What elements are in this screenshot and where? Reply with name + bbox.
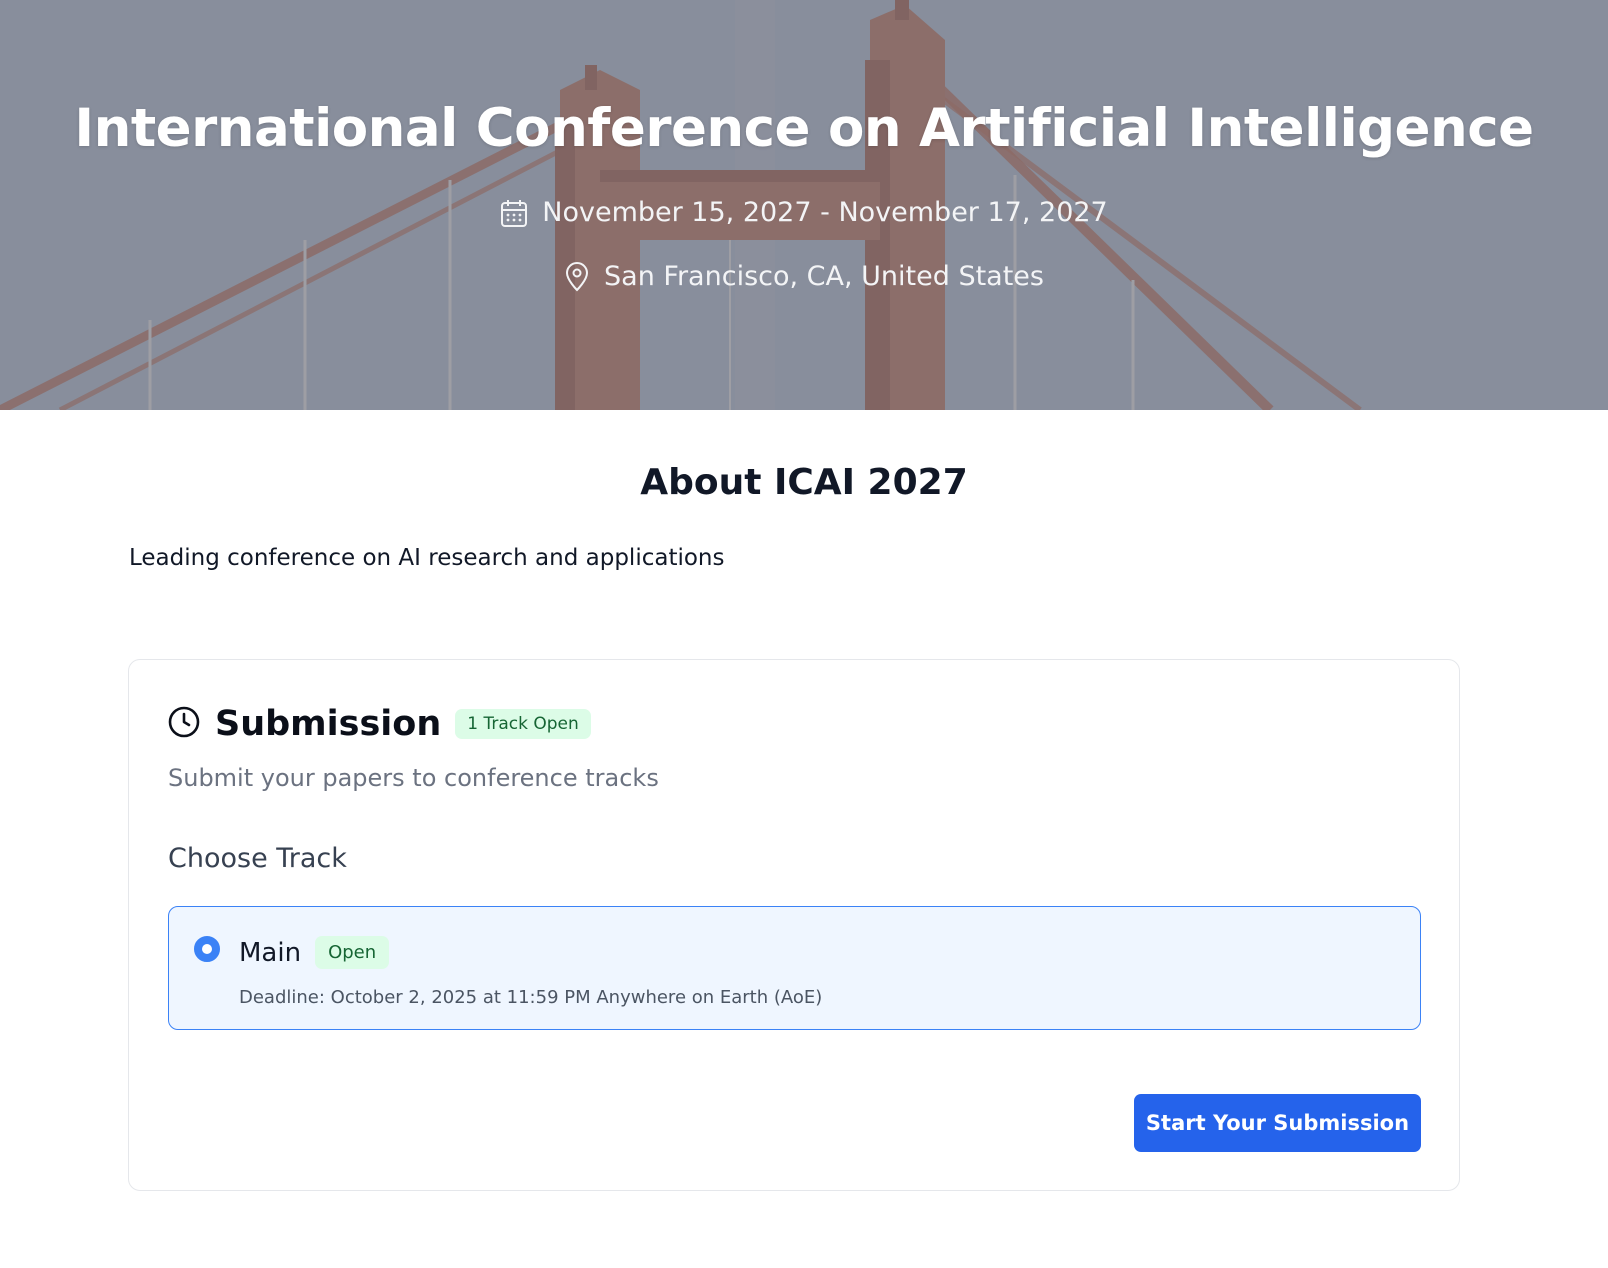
submission-subtitle: Submit your papers to conference tracks bbox=[168, 764, 659, 792]
conference-location-text: San Francisco, CA, United States bbox=[604, 261, 1044, 292]
submission-header: Submission 1 Track Open bbox=[167, 704, 591, 744]
track-status-badge: Open bbox=[315, 936, 390, 969]
conference-dates: November 15, 2027 - November 17, 2027 bbox=[0, 197, 1608, 228]
track-radio[interactable] bbox=[194, 936, 220, 962]
submission-card: Submission 1 Track Open Submit your pape… bbox=[128, 659, 1460, 1191]
track-deadline: Deadline: October 2, 2025 at 11:59 PM An… bbox=[239, 987, 823, 1008]
track-option-main[interactable]: Main Open Deadline: October 2, 2025 at 1… bbox=[168, 906, 1421, 1030]
tracks-open-badge: 1 Track Open bbox=[455, 709, 591, 739]
submission-title: Submission bbox=[215, 704, 442, 744]
hero-content: International Conference on Artificial I… bbox=[0, 0, 1608, 410]
conference-dates-text: November 15, 2027 - November 17, 2027 bbox=[542, 197, 1108, 228]
conference-location: San Francisco, CA, United States bbox=[0, 261, 1608, 292]
choose-track-label: Choose Track bbox=[168, 843, 347, 874]
start-submission-button[interactable]: Start Your Submission bbox=[1134, 1094, 1421, 1152]
radio-selected-dot bbox=[202, 944, 212, 954]
map-pin-icon bbox=[564, 261, 590, 292]
hero-banner: International Conference on Artificial I… bbox=[0, 0, 1608, 410]
calendar-icon bbox=[500, 198, 528, 228]
about-title: About ICAI 2027 bbox=[640, 462, 968, 503]
conference-title: International Conference on Artificial I… bbox=[74, 98, 1534, 159]
track-name: Main bbox=[239, 937, 302, 968]
about-description: Leading conference on AI research and ap… bbox=[129, 545, 725, 571]
clock-icon bbox=[167, 705, 201, 744]
track-header: Main Open bbox=[239, 936, 390, 969]
